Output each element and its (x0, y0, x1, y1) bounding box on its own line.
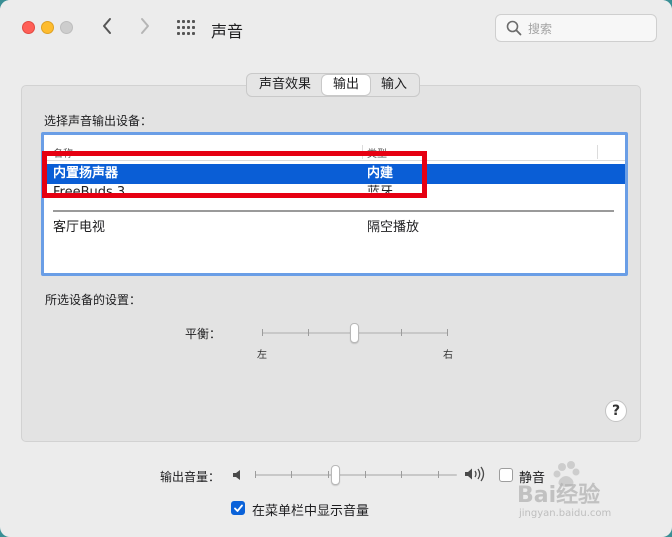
show-volume-in-menubar-label: 在菜单栏中显示音量 (252, 504, 370, 519)
slider-tick (308, 329, 309, 336)
sound-preferences-window: 声音 声音效果 输出 输入 选择声音输出设备： 名称 类型 内置扬声器 内建 F… (0, 0, 672, 537)
device-type: 隔空播放 (367, 220, 420, 235)
balance-label: 平衡： (185, 327, 222, 341)
tab-bar: 声音效果 输出 输入 (246, 73, 421, 97)
slider-tick (447, 329, 448, 336)
speaker-high-icon (463, 466, 487, 486)
watermark-url: jingyan.baidu.com (519, 508, 612, 519)
title-bar: 声音 (0, 0, 672, 56)
search-icon (506, 20, 522, 36)
slider-tick (365, 471, 366, 478)
volume-slider-knob[interactable] (330, 465, 340, 485)
minimize-window-button[interactable] (41, 21, 54, 34)
grid-icon[interactable] (177, 20, 195, 35)
slider-tick (262, 329, 263, 336)
speaker-low-icon (231, 467, 245, 486)
balance-right-label: 右 (443, 350, 453, 361)
mute-checkbox[interactable] (499, 468, 513, 482)
column-divider (597, 145, 598, 159)
chevron-left-icon[interactable] (101, 17, 113, 38)
checkmark-icon (234, 504, 243, 512)
balance-slider-knob[interactable] (350, 323, 359, 343)
table-row[interactable]: 客厅电视 隔空播放 (44, 218, 625, 238)
window-title: 声音 (211, 22, 244, 41)
annotation-highlight-box (42, 151, 427, 198)
search-input[interactable] (528, 20, 648, 37)
help-button[interactable]: ? (605, 400, 627, 422)
balance-left-label: 左 (257, 350, 267, 361)
slider-tick (255, 471, 256, 478)
output-volume-label: 输出音量： (160, 470, 221, 484)
show-volume-in-menubar-checkbox[interactable] (231, 501, 245, 515)
chevron-right-icon[interactable] (139, 17, 151, 38)
watermark-text: Bai经验 (517, 483, 601, 508)
slider-tick (401, 471, 402, 478)
slider-tick (291, 471, 292, 478)
zoom-window-button[interactable] (60, 21, 73, 34)
tab-input[interactable]: 输入 (370, 75, 418, 95)
output-device-heading: 选择声音输出设备： (44, 114, 153, 128)
device-group-divider (53, 210, 614, 212)
device-settings-heading: 所选设备的设置： (45, 293, 142, 307)
tab-sound-effects[interactable]: 声音效果 (248, 75, 322, 95)
close-window-button[interactable] (22, 21, 35, 34)
device-name: 客厅电视 (53, 220, 106, 235)
tab-output[interactable]: 输出 (322, 75, 371, 95)
slider-tick (328, 471, 329, 478)
slider-tick (438, 471, 439, 478)
search-field[interactable] (495, 14, 657, 42)
baidu-jingyan-watermark: Bai经验 jingyan.baidu.com (515, 461, 665, 527)
volume-slider-track[interactable] (255, 474, 457, 476)
slider-tick (401, 329, 402, 336)
